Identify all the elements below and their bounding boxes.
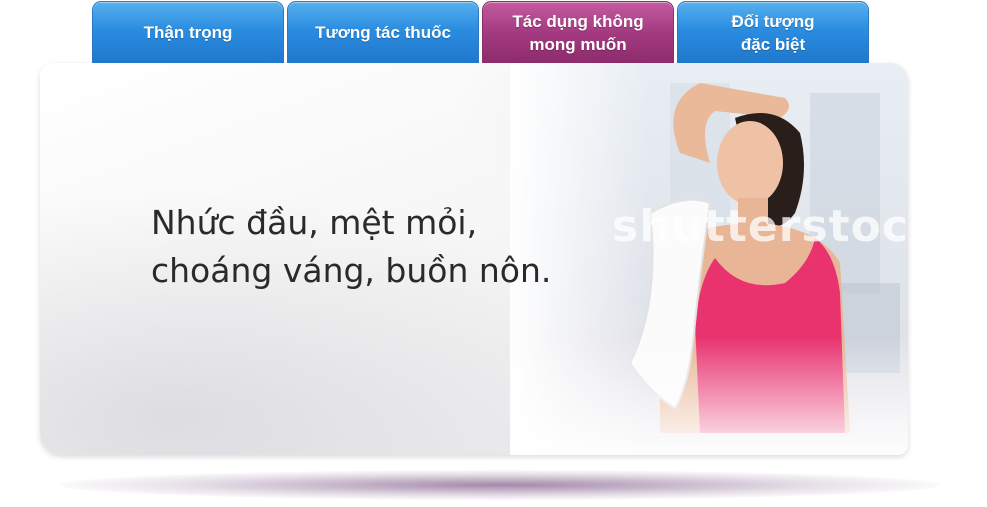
tab-precautions[interactable]: Thận trọng [92, 1, 284, 63]
tab-special-groups-label-line1: Đối tượng [731, 11, 815, 31]
watermark-text: shutterstock [612, 201, 908, 252]
tab-side-effects-label-line2: mong muốn [529, 34, 627, 54]
tab-drug-interactions[interactable]: Tương tác thuốc [287, 1, 479, 63]
tab-special-groups-label-line2: đặc biệt [740, 34, 806, 54]
side-effects-message: Nhức đầu, mệt mỏi, choáng váng, buồn nôn… [151, 199, 551, 295]
tab-bar: Thận trọng Tương tác thuốc Tác dụng khôn… [92, 1, 869, 63]
content-panel: shutterstock Nhức đầu, mệt mỏi, choáng v… [40, 63, 908, 455]
tab-side-effects-label-line1: Tác dụng không [512, 11, 644, 31]
tab-precautions-label: Thận trọng [143, 23, 233, 42]
tab-side-effects[interactable]: Tác dụng không mong muốn [482, 1, 674, 63]
photo-fade-overlay [510, 63, 908, 455]
message-line-2: choáng váng, buồn nôn. [151, 251, 552, 290]
tab-special-groups[interactable]: Đối tượng đặc biệt [677, 1, 869, 63]
message-line-1: Nhức đầu, mệt mỏi, [151, 203, 478, 242]
tab-drug-interactions-label: Tương tác thuốc [315, 23, 451, 42]
panel-shadow [60, 470, 940, 500]
